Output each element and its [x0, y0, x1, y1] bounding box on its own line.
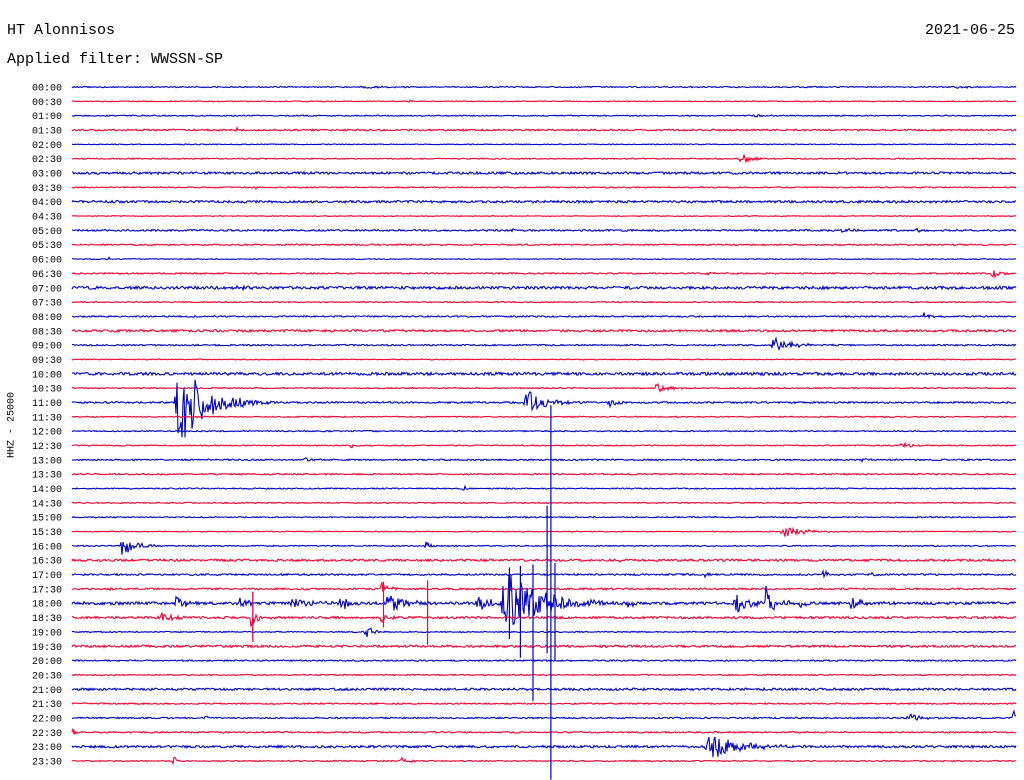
time-label: 19:00 — [32, 628, 62, 639]
time-label: 06:00 — [32, 256, 62, 267]
trace-06-30 — [71, 270, 1017, 279]
trace-08-00 — [72, 312, 1017, 320]
trace-10-00 — [71, 370, 1017, 377]
trace-10-30 — [71, 382, 1017, 393]
time-label: 08:00 — [32, 313, 62, 324]
trace-17-00 — [71, 568, 1017, 579]
time-label: 00:00 — [32, 84, 62, 95]
trace-13-30 — [72, 472, 1017, 476]
trace-16-30 — [71, 557, 1016, 563]
time-label: 16:30 — [32, 557, 62, 568]
time-label: 15:30 — [32, 528, 62, 539]
time-label: 23:00 — [32, 743, 62, 754]
trace-15-00 — [71, 515, 1017, 519]
trace-17-30 — [72, 582, 1017, 592]
trace-06-00 — [71, 256, 1017, 261]
trace-04-30 — [71, 214, 1017, 218]
trace-12-30 — [71, 441, 1016, 449]
time-label: 06:30 — [32, 270, 62, 281]
time-label: 00:30 — [32, 98, 62, 109]
trace-03-00 — [71, 170, 1017, 176]
trace-11-30 — [71, 415, 1017, 419]
trace-23-00 — [71, 736, 1017, 758]
time-label: 01:30 — [32, 127, 62, 138]
time-label: 03:30 — [32, 184, 62, 195]
trace-07-30 — [72, 300, 1017, 304]
trace-23-30 — [71, 756, 1017, 766]
time-label: 21:30 — [32, 700, 62, 711]
time-label: 12:00 — [32, 428, 62, 439]
time-label: 15:00 — [32, 514, 62, 525]
trace-05-30 — [71, 243, 1017, 247]
time-label: 22:00 — [32, 715, 62, 726]
time-label: 18:30 — [32, 614, 62, 625]
time-label: 03:00 — [32, 170, 62, 181]
time-label: 18:00 — [32, 600, 62, 611]
trace-07-00 — [71, 284, 1017, 292]
trace-08-30 — [71, 328, 1017, 334]
time-label: 21:00 — [32, 686, 62, 697]
trace-14-00 — [71, 484, 1017, 491]
trace-01-30 — [71, 126, 1017, 132]
time-label: 19:30 — [32, 643, 62, 654]
trace-16-00 — [71, 541, 1017, 555]
trace-02-30 — [71, 154, 1017, 164]
trace-09-00 — [71, 336, 1017, 352]
trace-20-00 — [71, 658, 1017, 663]
time-label: 10:30 — [32, 385, 62, 396]
trace-22-30 — [71, 728, 1017, 735]
time-label: 14:30 — [32, 499, 62, 510]
time-label: 20:00 — [32, 657, 62, 668]
trace-00-30 — [72, 99, 1017, 103]
trace-04-00 — [71, 199, 1016, 205]
time-label: 20:30 — [32, 671, 62, 682]
time-label: 05:30 — [32, 241, 62, 252]
trace-15-30 — [71, 526, 1017, 537]
time-label: 23:30 — [32, 758, 62, 769]
time-label: 11:00 — [32, 399, 62, 410]
time-label: 05:00 — [32, 227, 62, 238]
trace-00-00 — [71, 85, 1017, 89]
trace-03-30 — [71, 186, 1017, 191]
time-label: 14:00 — [32, 485, 62, 496]
trace-18-00 — [71, 574, 1017, 625]
time-label: 09:30 — [32, 356, 62, 367]
helicorder-plot: 00:00 00:30 01:00 01:30 02:00 02:30 03:00 03:30… — [32, 84, 1017, 780]
trace-19-30 — [71, 643, 1017, 649]
time-label: 02:00 — [32, 141, 62, 152]
time-label: 17:30 — [32, 585, 62, 596]
trace-09-30 — [71, 358, 1017, 361]
time-label: 02:30 — [32, 155, 62, 166]
time-label: 10:00 — [32, 370, 62, 381]
time-label: 12:30 — [32, 442, 62, 453]
time-label: 04:00 — [32, 198, 62, 209]
time-label: 04:30 — [32, 213, 62, 224]
trace-18-30 — [71, 612, 1017, 627]
trace-12-00 — [71, 429, 1016, 433]
time-label: 13:30 — [32, 471, 62, 482]
trace-19-00 — [71, 627, 1017, 638]
time-label: 07:00 — [32, 284, 62, 295]
trace-22-00 — [71, 709, 1017, 721]
trace-02-00 — [71, 143, 1017, 146]
trace-01-00 — [71, 114, 1017, 118]
trace-14-30 — [71, 501, 1016, 505]
trace-13-00 — [71, 457, 1017, 463]
time-label: 09:00 — [32, 342, 62, 353]
time-label: 16:00 — [32, 542, 62, 553]
time-label: 17:00 — [32, 571, 62, 582]
trace-21-30 — [71, 702, 1017, 706]
time-label: 07:30 — [32, 299, 62, 310]
trace-21-00 — [71, 686, 1017, 692]
time-label: 22:30 — [32, 729, 62, 740]
time-label: 11:30 — [32, 413, 62, 424]
trace-05-00 — [71, 227, 1017, 234]
time-label: 01:00 — [32, 112, 62, 123]
trace-20-30 — [71, 673, 1017, 677]
time-label: 13:00 — [32, 456, 62, 467]
time-label: 08:30 — [32, 327, 62, 338]
